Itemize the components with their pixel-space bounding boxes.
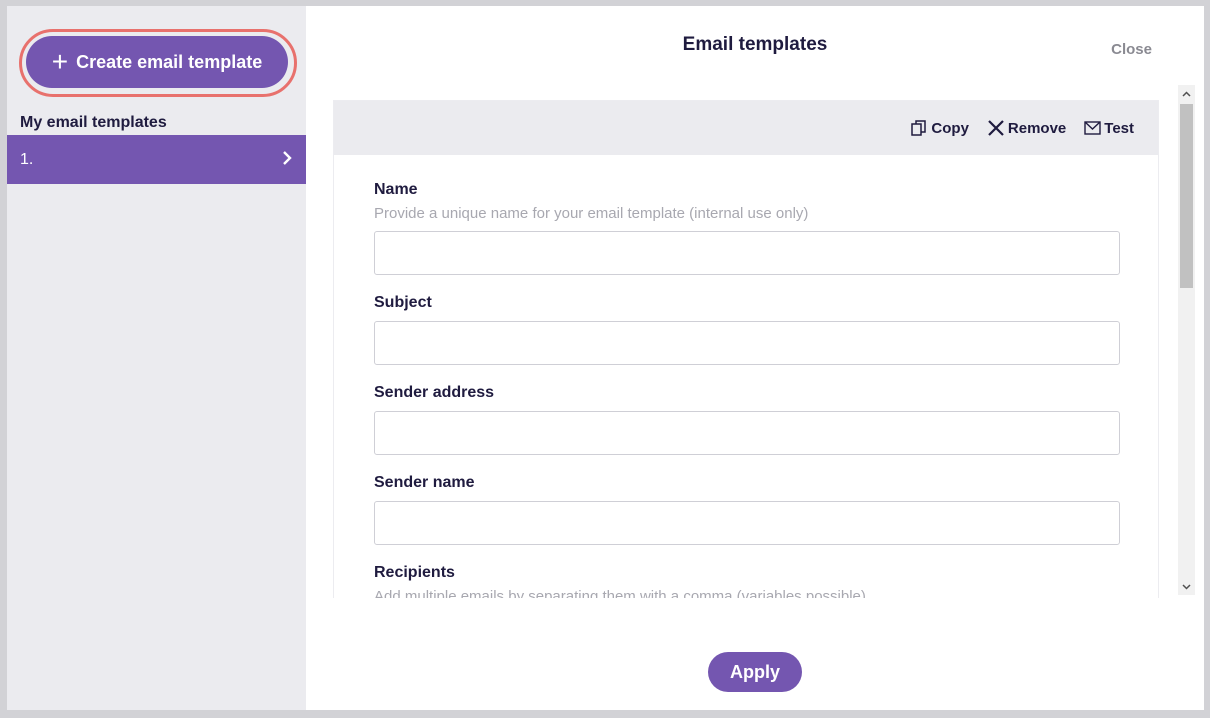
sidebar-item-label: 1. xyxy=(20,150,34,168)
sidebar-item-template-1[interactable]: 1. xyxy=(7,135,306,184)
scroll-down-icon[interactable] xyxy=(1178,578,1195,595)
test-label: Test xyxy=(1104,119,1134,137)
copy-label: Copy xyxy=(931,119,969,137)
apply-button[interactable]: Apply xyxy=(708,652,802,692)
copy-icon xyxy=(911,119,928,137)
remove-label: Remove xyxy=(1007,119,1067,137)
main-panel: Email templates Close Copy Remove Test N… xyxy=(306,6,1204,710)
subject-input[interactable] xyxy=(374,321,1120,365)
sender-name-input[interactable] xyxy=(374,501,1120,545)
subject-label: Subject xyxy=(374,294,432,311)
close-button[interactable]: Close xyxy=(1111,41,1152,58)
recipients-label: Recipients xyxy=(374,564,455,581)
email-templates-dialog: + Create email template My email templat… xyxy=(7,6,1204,710)
close-x-icon xyxy=(987,119,1005,137)
test-button[interactable]: Test xyxy=(1084,120,1134,137)
envelope-icon xyxy=(1084,121,1101,135)
sender-name-label: Sender name xyxy=(374,474,475,491)
name-input[interactable] xyxy=(374,231,1120,275)
chevron-right-icon xyxy=(282,149,292,170)
template-form: Name Provide a unique name for your emai… xyxy=(334,155,1158,598)
scroll-up-icon[interactable] xyxy=(1178,85,1195,102)
remove-button[interactable]: Remove xyxy=(987,119,1066,137)
plus-icon: + xyxy=(51,46,69,77)
create-email-template-label: Create email template xyxy=(76,51,263,72)
form-scrollbar[interactable] xyxy=(1178,85,1195,595)
recipients-field-group: Recipients Add multiple emails by separa… xyxy=(374,564,1118,598)
template-editor-card: Copy Remove Test Name Provide a unique n… xyxy=(333,100,1159,598)
sidebar: + Create email template My email templat… xyxy=(7,6,306,710)
sender-address-field-group: Sender address xyxy=(374,384,1120,455)
scrollbar-thumb[interactable] xyxy=(1180,104,1193,288)
recipients-hint: Add multiple emails by separating them w… xyxy=(374,588,866,598)
name-label: Name xyxy=(374,181,418,198)
name-field-group: Name Provide a unique name for your emai… xyxy=(374,181,1120,275)
subject-field-group: Subject xyxy=(374,294,1120,365)
create-email-template-button[interactable]: + Create email template xyxy=(26,36,288,88)
sender-name-field-group: Sender name xyxy=(374,474,1120,545)
page-title: Email templates xyxy=(682,34,828,55)
card-toolbar: Copy Remove Test xyxy=(334,101,1158,155)
my-templates-heading: My email templates xyxy=(20,114,167,131)
sender-address-label: Sender address xyxy=(374,384,495,401)
sender-address-input[interactable] xyxy=(374,411,1120,455)
copy-button[interactable]: Copy xyxy=(911,120,969,137)
name-hint: Provide a unique name for your email tem… xyxy=(374,205,809,222)
